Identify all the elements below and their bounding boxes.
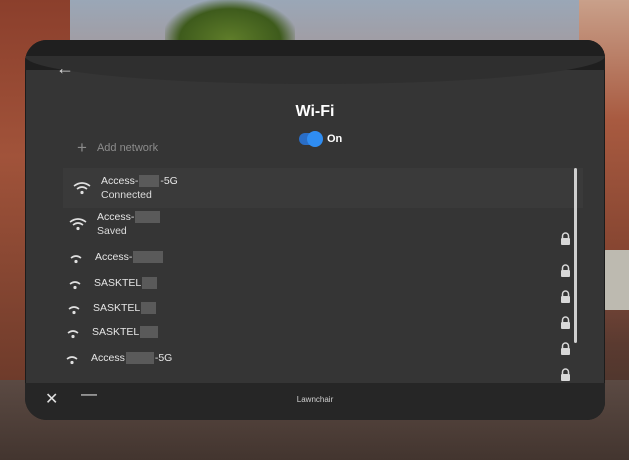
- panel-top-bar: [25, 40, 605, 84]
- network-item[interactable]: Access- Saved: [69, 210, 569, 238]
- network-item-connected[interactable]: Access- -5G Connected: [63, 168, 583, 208]
- wifi-signal-icon: [67, 329, 79, 338]
- app-name: Lawnchair: [296, 395, 334, 404]
- redacted-block: [133, 251, 164, 263]
- wifi-toggle[interactable]: [299, 131, 323, 147]
- wifi-signal-icon: [70, 254, 82, 263]
- redacted-block: [135, 211, 161, 223]
- bottom-bar: ✕ — Lawnchair: [25, 383, 605, 420]
- network-item[interactable]: SASKTEL: [64, 323, 564, 341]
- lock-icon: [561, 232, 570, 245]
- redacted-block: [139, 175, 160, 187]
- network-name: Access-: [97, 211, 135, 223]
- add-network-button[interactable]: + Add network: [77, 138, 159, 157]
- network-name: Access-: [95, 251, 133, 263]
- network-name-suffix: -5G: [160, 175, 178, 187]
- add-network-label: Add network: [96, 142, 159, 154]
- lock-icon: [561, 368, 570, 381]
- back-button[interactable]: ←: [53, 56, 77, 80]
- network-item[interactable]: Access-: [67, 248, 567, 266]
- lock-icon: [561, 316, 570, 329]
- wifi-toggle-label: On: [327, 133, 343, 145]
- network-item[interactable]: SASKTEL: [66, 274, 566, 292]
- network-item[interactable]: Access -5G: [63, 349, 563, 367]
- redacted-block: [142, 277, 158, 289]
- network-name: SASKTEL: [93, 302, 141, 314]
- page-title: Wi-Fi: [295, 103, 335, 120]
- scrollbar[interactable]: [574, 168, 577, 343]
- lock-icon: [561, 290, 570, 303]
- network-name: Access-: [101, 175, 139, 187]
- wifi-signal-icon: [66, 355, 78, 364]
- redacted-block: [141, 302, 157, 314]
- lock-icon: [561, 342, 570, 355]
- arrow-left-icon: ←: [56, 58, 74, 78]
- wifi-signal-icon: [69, 280, 81, 289]
- wifi-toggle-row: On: [299, 130, 342, 148]
- lock-icon: [561, 264, 570, 277]
- wifi-settings-panel: ← Wi-Fi On + Add network Access- -5G Con…: [25, 40, 605, 420]
- network-name: SASKTEL: [92, 326, 140, 338]
- network-name: Access: [91, 352, 125, 364]
- network-status: Connected: [101, 189, 152, 201]
- toggle-knob: [307, 131, 323, 147]
- redacted-block: [140, 326, 159, 338]
- wifi-signal-icon: [73, 181, 91, 194]
- background-plant: [165, 0, 295, 40]
- wifi-signal-icon: [68, 305, 80, 314]
- network-status: Saved: [97, 225, 127, 237]
- redacted-block: [125, 352, 154, 364]
- network-name: SASKTEL: [94, 277, 142, 289]
- plus-icon: +: [77, 138, 87, 157]
- network-name-suffix: -5G: [154, 352, 173, 364]
- wifi-signal-icon: [69, 217, 87, 230]
- network-item[interactable]: SASKTEL: [65, 299, 565, 317]
